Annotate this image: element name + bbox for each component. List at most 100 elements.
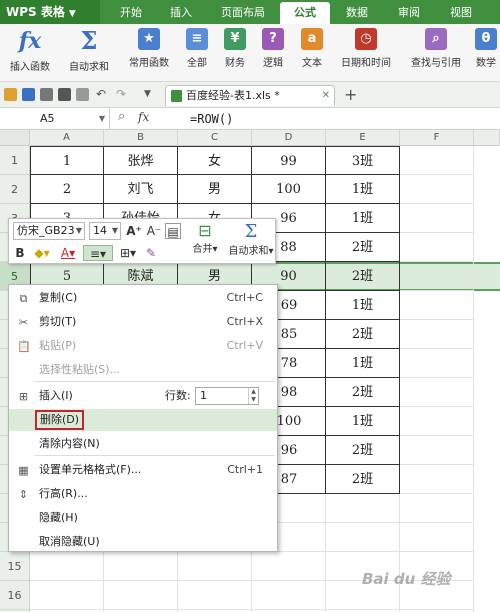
cell[interactable] (400, 407, 474, 436)
cell[interactable] (400, 175, 474, 204)
cell[interactable] (400, 436, 474, 465)
chevron-down-icon[interactable]: ▼ (99, 109, 105, 129)
cell[interactable]: 1班 (326, 204, 400, 233)
formula-input[interactable]: =ROW() (190, 109, 233, 129)
name-box[interactable]: A5 ▼ (0, 109, 110, 129)
cell[interactable]: 3班 (326, 146, 400, 175)
decrease-font-icon[interactable]: A⁻ (145, 223, 163, 239)
column-header-c[interactable]: C (178, 130, 252, 146)
print-preview-icon[interactable] (40, 88, 53, 101)
cell[interactable]: 2班 (326, 233, 400, 262)
cell[interactable]: 张烨 (104, 146, 178, 175)
cell[interactable] (30, 552, 104, 581)
cell[interactable]: 2 (30, 175, 104, 204)
cell[interactable] (400, 378, 474, 407)
cell[interactable]: 女 (178, 146, 252, 175)
fx-icon[interactable]: fx (138, 110, 149, 124)
cell[interactable]: 1 (30, 146, 104, 175)
cell[interactable]: 2班 (326, 378, 400, 407)
table-style-icon[interactable]: ▤ (165, 223, 181, 239)
logic-button[interactable]: ? 逻辑 (256, 28, 290, 69)
cell[interactable]: 男 (178, 175, 252, 204)
column-header-b[interactable]: B (104, 130, 178, 146)
undo-icon[interactable]: ↶ (96, 88, 109, 101)
menu-item-format-cells[interactable]: ▦ 设置单元格格式(F)... Ctrl+1 (9, 459, 277, 481)
cell[interactable] (400, 465, 474, 494)
row-header[interactable]: 16 (0, 581, 30, 610)
cell[interactable]: 1班 (326, 291, 400, 320)
tab-insert[interactable]: 插入 (160, 2, 202, 24)
finance-button[interactable]: ¥ 财务 (218, 28, 252, 69)
common-functions-button[interactable]: ★ 常用函数 (120, 28, 178, 69)
math-button[interactable]: θ 数学 (472, 28, 500, 69)
cell[interactable]: 2班 (326, 262, 400, 291)
cell[interactable] (400, 494, 474, 523)
redo-icon[interactable]: ↷ (116, 88, 129, 101)
cell[interactable] (326, 523, 400, 552)
menu-item-hide[interactable]: 隐藏(H) (9, 507, 277, 529)
cell[interactable]: 1班 (326, 349, 400, 378)
cell[interactable] (178, 581, 252, 610)
cell[interactable] (178, 552, 252, 581)
cell[interactable] (252, 581, 326, 610)
font-size-select[interactable]: 14 ▼ (89, 222, 121, 240)
cell[interactable] (400, 523, 474, 552)
cell[interactable] (400, 233, 474, 262)
autosum-button[interactable]: Σ 自动求和 (60, 28, 118, 74)
spinner-arrows-icon[interactable]: ▲ ▼ (248, 388, 258, 404)
column-header-e[interactable]: E (326, 130, 400, 146)
insert-rows-stepper[interactable]: 1 ▲ ▼ (195, 387, 259, 405)
tab-page-layout[interactable]: 页面布局 (212, 2, 274, 24)
menu-item-row-height[interactable]: ⇕ 行高(R)... (9, 483, 277, 505)
row-header[interactable]: 15 (0, 552, 30, 581)
cell[interactable] (30, 581, 104, 610)
cell[interactable]: 2班 (326, 465, 400, 494)
tab-view[interactable]: 视图 (440, 2, 482, 24)
column-header-f[interactable]: F (400, 130, 474, 146)
menu-item-insert[interactable]: ⊞ 插入(I) 行数: 1 ▲ ▼ (9, 385, 277, 407)
insert-function-button[interactable]: fx 插入函数 (4, 28, 56, 73)
cell[interactable]: 2班 (326, 320, 400, 349)
row-header[interactable]: 2 (0, 175, 30, 204)
chevron-down-icon[interactable]: ▼ (144, 88, 157, 101)
fill-color-icon[interactable]: ◆▾ (31, 245, 53, 261)
cell[interactable] (104, 581, 178, 610)
increase-font-icon[interactable]: A⁺ (125, 223, 143, 239)
align-center-icon[interactable]: ≡▾ (83, 245, 113, 261)
menu-item-copy[interactable]: ⧉ 复制(C) Ctrl+C (9, 287, 277, 309)
save-icon[interactable] (22, 88, 35, 101)
cell[interactable] (400, 349, 474, 378)
lookup-button[interactable]: ⌕ 查找与引用 (404, 28, 468, 69)
menu-item-cut[interactable]: ✂ 剪切(T) Ctrl+X (9, 311, 277, 333)
cell[interactable] (400, 291, 474, 320)
menu-item-paste-special[interactable]: 选择性粘贴(S)... (9, 359, 277, 381)
font-color-button[interactable]: A▾ (57, 245, 79, 261)
tab-formula[interactable]: 公式 (280, 2, 330, 24)
file-tab[interactable]: 百度经验-表1.xls * ✕ (165, 85, 335, 106)
new-tab-plus-icon[interactable]: + (344, 85, 357, 104)
cell[interactable] (252, 552, 326, 581)
print-icon[interactable] (58, 88, 71, 101)
format-painter-icon[interactable]: ✎ (143, 245, 159, 261)
close-icon[interactable]: ✕ (322, 86, 330, 106)
font-family-select[interactable]: 仿宋_GB23 ▼ (13, 222, 85, 240)
mini-autosum-button[interactable]: Σ 自动求和▾ (227, 221, 275, 257)
tab-data[interactable]: 数据 (336, 2, 378, 24)
all-functions-button[interactable]: ≡ 全部 (180, 28, 214, 69)
cell[interactable] (104, 552, 178, 581)
cell[interactable] (400, 262, 474, 291)
cell[interactable] (326, 494, 400, 523)
menu-item-paste[interactable]: 📋 粘贴(P) Ctrl+V (9, 335, 277, 357)
tab-home[interactable]: 开始 (110, 2, 152, 24)
cell[interactable]: 1班 (326, 175, 400, 204)
zoom-search-icon[interactable]: ⌕ (118, 109, 125, 124)
menu-item-clear-contents[interactable]: 清除内容(N) (9, 433, 277, 455)
column-header-a[interactable]: A (30, 130, 104, 146)
open-icon[interactable] (4, 88, 17, 101)
merge-button[interactable]: ⊟ 合并▾ (185, 221, 225, 255)
bold-button[interactable]: B (13, 245, 27, 261)
preview-icon[interactable] (76, 88, 89, 101)
date-time-button[interactable]: ◷ 日期和时间 (334, 28, 398, 69)
cell[interactable]: 刘飞 (104, 175, 178, 204)
cell[interactable]: 2班 (326, 436, 400, 465)
